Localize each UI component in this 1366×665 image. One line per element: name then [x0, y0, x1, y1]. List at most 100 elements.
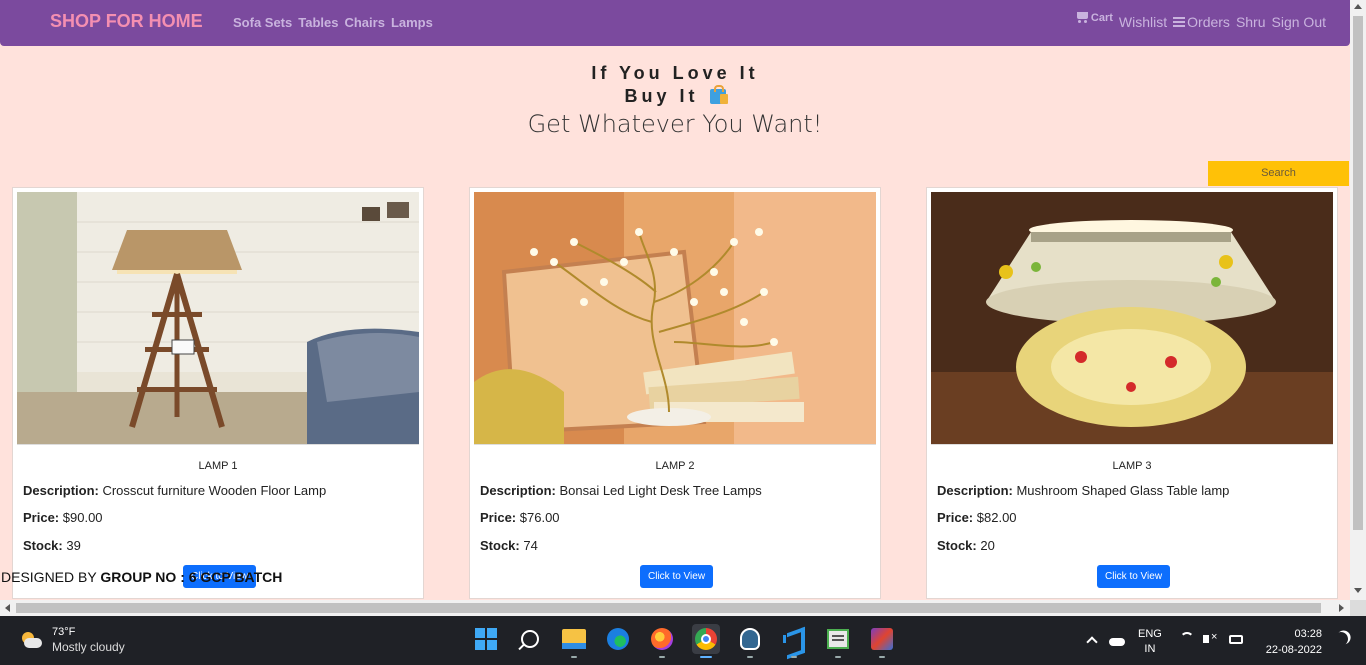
description-value: Crosscut furniture Wooden Floor Lamp	[102, 483, 327, 498]
view-product-button[interactable]: Click to View	[1097, 565, 1171, 588]
scroll-left-arrow-icon[interactable]	[5, 604, 10, 612]
scroll-right-arrow-icon[interactable]	[1339, 604, 1344, 612]
weather-temp: 73°F	[52, 626, 76, 638]
orders-link[interactable]: Orders	[1173, 14, 1230, 30]
taskbar-firefox[interactable]	[648, 624, 676, 658]
app-icon	[871, 628, 893, 650]
chevron-up-icon[interactable]	[1086, 636, 1098, 648]
wishlist-link[interactable]: Wishlist	[1119, 14, 1167, 30]
product-description: Description: Mushroom Shaped Glass Table…	[937, 483, 1229, 498]
product-image-bonsai-lamp[interactable]	[474, 192, 876, 445]
description-value: Mushroom Shaped Glass Table lamp	[1016, 483, 1230, 498]
footer-group: GROUP NO : 6 GCP BATCH	[100, 569, 283, 585]
stock-label: Stock:	[937, 538, 977, 553]
nav-link-tables[interactable]: Tables	[298, 15, 338, 30]
price-value: $82.00	[976, 510, 1017, 525]
product-image-floor-lamp[interactable]	[17, 192, 419, 445]
edge-icon	[607, 628, 629, 650]
taskbar-chrome[interactable]	[692, 624, 720, 658]
horizontal-scrollbar[interactable]	[0, 600, 1350, 616]
product-stock: Stock: 74	[480, 538, 538, 553]
brand-logo[interactable]: SHOP FOR HOME	[50, 11, 203, 32]
battery-icon[interactable]	[1229, 635, 1243, 644]
taskbar-edge[interactable]	[604, 624, 632, 654]
product-title: LAMP 2	[655, 460, 695, 472]
price-label: Price:	[937, 510, 974, 525]
product-image-mushroom-lamp[interactable]	[931, 192, 1333, 445]
nav-user-links: Cart Wishlist Orders Shru Sign Out	[1076, 12, 1326, 30]
vertical-scroll-thumb[interactable]	[1353, 16, 1363, 530]
price-label: Price:	[480, 510, 517, 525]
nav-link-chairs[interactable]: Chairs	[344, 15, 384, 30]
product-card: LAMP 3 Description: Mushroom Shaped Glas…	[926, 187, 1338, 599]
wifi-icon[interactable]	[1180, 632, 1194, 646]
view-product-button[interactable]: Click to View	[640, 565, 714, 588]
user-link[interactable]: Shru	[1236, 14, 1266, 30]
price-value: $76.00	[519, 510, 560, 525]
shopping-bags-icon	[709, 85, 728, 104]
lang-region: IN	[1144, 643, 1156, 655]
taskbar-apps	[472, 624, 896, 658]
search-button[interactable]: Search	[1208, 161, 1349, 186]
navbar: SHOP FOR HOME Sofa Sets Tables Chairs La…	[0, 0, 1350, 46]
vertical-scrollbar[interactable]	[1350, 0, 1366, 600]
stock-value: 39	[66, 538, 81, 553]
lang-code: ENG	[1138, 628, 1162, 640]
folder-icon	[562, 629, 586, 649]
hero-tagline: Get Whatever You Want!	[527, 110, 823, 138]
signout-link[interactable]: Sign Out	[1272, 14, 1326, 30]
start-button[interactable]	[472, 624, 500, 654]
footer-credit: DESIGNED BY GROUP NO : 6 GCP BATCH	[1, 569, 282, 585]
nav-link-lamps[interactable]: Lamps	[391, 15, 433, 30]
cart-label: Cart	[1090, 12, 1113, 24]
price-label: Price:	[23, 510, 60, 525]
product-card: LAMP 2 Description: Bonsai Led Light Des…	[469, 187, 881, 599]
product-description: Description: Bonsai Led Light Desk Tree …	[480, 483, 762, 498]
clock-time: 03:28	[1294, 628, 1322, 640]
app-window-icon	[827, 629, 849, 649]
firefox-icon	[651, 628, 673, 650]
description-value: Bonsai Led Light Desk Tree Lamps	[559, 483, 762, 498]
taskbar-app-8[interactable]	[824, 624, 852, 658]
stock-label: Stock:	[23, 538, 63, 553]
stock-label: Stock:	[480, 538, 520, 553]
taskbar-search[interactable]	[516, 624, 544, 654]
product-price: Price: $82.00	[937, 510, 1017, 525]
nav-link-sofa-sets[interactable]: Sofa Sets	[233, 15, 292, 30]
nav-links: Sofa Sets Tables Chairs Lamps	[233, 15, 433, 30]
price-value: $90.00	[62, 510, 103, 525]
partly-cloudy-icon	[20, 632, 42, 648]
cart-icon	[1076, 12, 1089, 23]
taskbar-app-9[interactable]	[868, 624, 896, 658]
clock[interactable]: 03:28 22-08-2022	[1262, 626, 1322, 658]
clock-date: 22-08-2022	[1265, 644, 1322, 656]
product-price: Price: $76.00	[480, 510, 560, 525]
product-title: LAMP 3	[1112, 460, 1152, 472]
product-description: Description: Crosscut furniture Wooden F…	[23, 483, 326, 498]
postgres-icon	[740, 628, 760, 650]
scroll-down-arrow-icon[interactable]	[1354, 588, 1362, 593]
list-icon	[1173, 17, 1186, 27]
search-icon	[521, 630, 539, 648]
taskbar: 73°F Mostly cloudy ENG IN 03:28 22-08-20…	[0, 616, 1366, 665]
product-stock: Stock: 20	[937, 538, 995, 553]
taskbar-file-explorer[interactable]	[560, 624, 588, 658]
footer-prefix: DESIGNED BY	[1, 569, 101, 585]
horizontal-scroll-thumb[interactable]	[16, 603, 1321, 613]
taskbar-pgadmin[interactable]	[736, 624, 764, 658]
onedrive-cloud-icon[interactable]	[1109, 638, 1125, 646]
hero-line-2-text: Buy It	[624, 86, 699, 106]
volume-muted-icon[interactable]	[1203, 631, 1217, 643]
cart-link[interactable]: Cart	[1076, 12, 1113, 24]
scroll-corner	[1350, 600, 1366, 616]
hero-line-1: If You Love It	[591, 63, 759, 83]
hero: If You Love It Buy It Get Whatever You W…	[0, 62, 1350, 138]
taskbar-vscode[interactable]	[780, 624, 808, 658]
weather-widget[interactable]: 73°F Mostly cloudy	[20, 626, 125, 654]
stock-value: 20	[980, 538, 995, 553]
language-indicator[interactable]: ENG IN	[1138, 627, 1162, 657]
orders-label: Orders	[1187, 14, 1230, 30]
scroll-up-arrow-icon[interactable]	[1354, 4, 1362, 9]
product-price: Price: $90.00	[23, 510, 103, 525]
focus-moon-icon[interactable]	[1331, 629, 1350, 648]
